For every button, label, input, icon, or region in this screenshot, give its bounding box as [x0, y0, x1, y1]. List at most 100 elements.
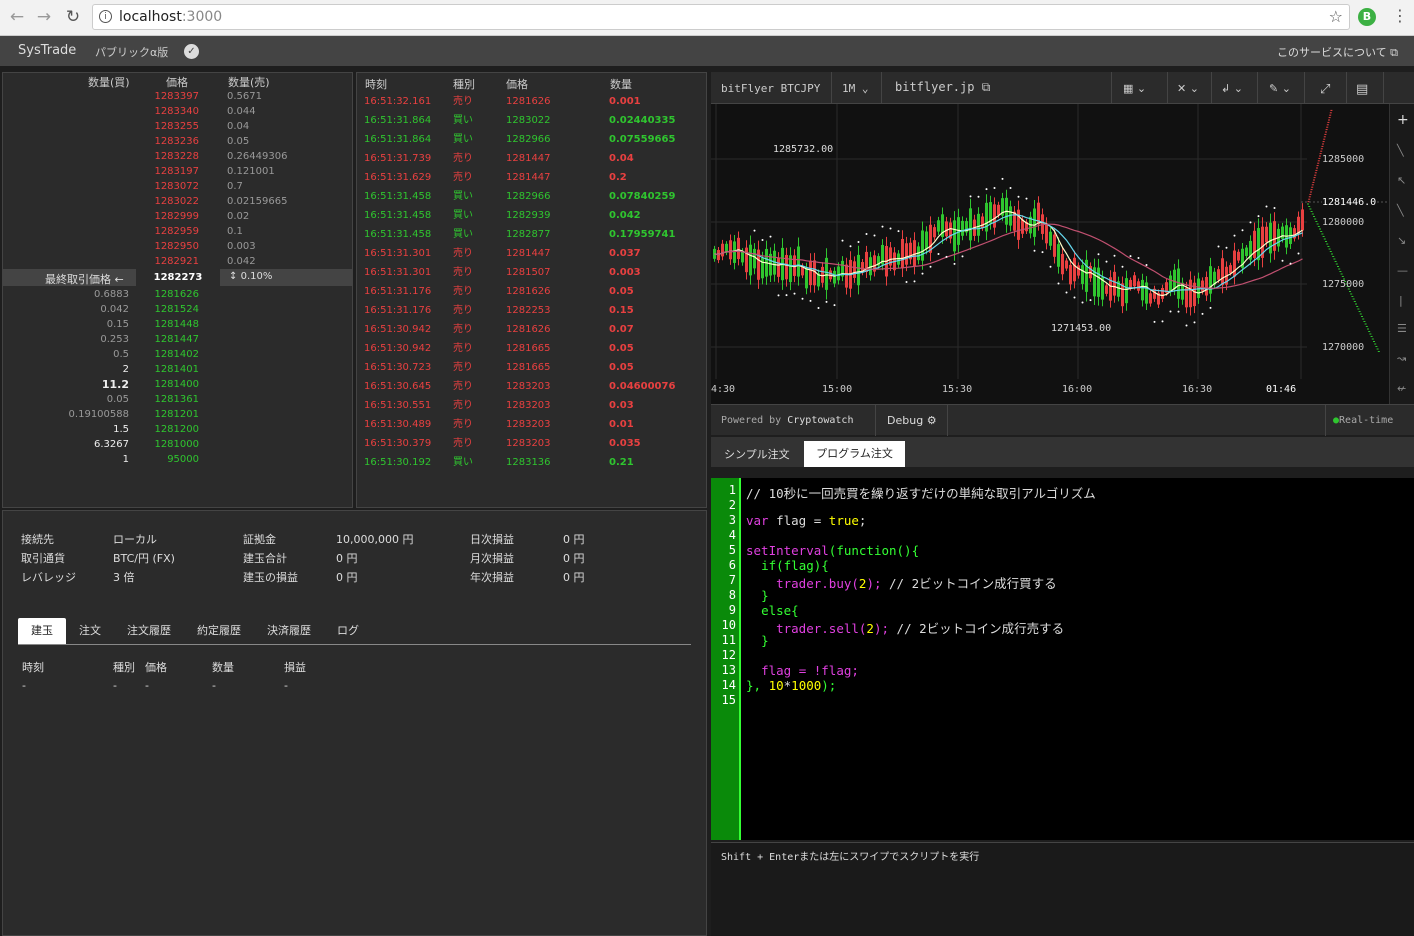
- trades-header-time: 時刻: [365, 78, 387, 91]
- trade-qty: 0.05: [609, 362, 634, 373]
- line-number-gutter: 1 2 3 4 5 6 7 8 9 10 11 12 13 14 15: [711, 478, 741, 840]
- compare-icon[interactable]: ↲ ⌄: [1221, 82, 1243, 95]
- horizontal-line-icon[interactable]: —: [1397, 264, 1408, 277]
- position-total-label: 建玉合計: [243, 552, 287, 565]
- ask-price: 1283236: [154, 136, 199, 147]
- line-number: 3: [728, 513, 736, 527]
- vertical-line-icon[interactable]: |: [1399, 294, 1403, 307]
- script-hint: Shift + Enterまたは左にスワイプでスクリプトを実行: [721, 852, 980, 863]
- trade-type: 売り: [453, 343, 473, 354]
- indicator-icon[interactable]: ✕ ⌄: [1177, 82, 1199, 95]
- trade-type: 買い: [453, 115, 473, 126]
- bid-qty: 0.05: [106, 394, 129, 405]
- bid-qty: 0.6883: [94, 289, 129, 300]
- trade-time: 16:51:31.739: [364, 153, 432, 164]
- leverage-label: レバレッジ: [21, 571, 76, 584]
- pencil-icon[interactable]: ✎ ⌄: [1269, 82, 1291, 95]
- bid-price: 1281402: [154, 349, 199, 360]
- trade-time: 16:51:30.551: [364, 400, 432, 411]
- url-port: :3000: [181, 9, 223, 25]
- ask-price: 1283340: [154, 106, 199, 117]
- line-number: 4: [728, 528, 736, 542]
- orderbook-header-sell: 数量(売): [228, 76, 270, 89]
- cryptowatch-link[interactable]: Cryptowatch: [787, 415, 853, 426]
- x-tick-2: 15:00: [822, 384, 853, 395]
- tab-positions[interactable]: 建玉: [18, 618, 66, 644]
- debug-button[interactable]: Debug ⚙: [887, 414, 937, 427]
- line-number: 13: [721, 663, 736, 677]
- trade-qty: 0.07840259: [609, 191, 676, 202]
- tab-log[interactable]: ログ: [330, 618, 366, 644]
- code-line-1: // 10秒に一回売買を繰り返すだけの単純な取引アルゴリズム: [746, 486, 1096, 501]
- fan-tool-icon[interactable]: ↚: [1397, 382, 1406, 395]
- address-bar[interactable]: i localhost:3000 ☆: [92, 4, 1350, 30]
- margin-value: 10,000,000 円: [336, 533, 414, 546]
- ray-tool-icon[interactable]: ↖: [1397, 174, 1406, 187]
- chart-exchange[interactable]: bitFlyer BTCJPY: [721, 82, 820, 95]
- conn-label: 接続先: [21, 533, 54, 546]
- reload-icon[interactable]: ↻: [62, 7, 84, 27]
- price-chart[interactable]: 1285732.00 1271453.00 1285000 1281446.0 …: [711, 104, 1414, 404]
- script-hint-panel: Shift + Enterまたは左にスワイプでスクリプトを実行: [711, 842, 1414, 936]
- extended-line-icon[interactable]: ╲: [1397, 204, 1404, 217]
- extension-icon[interactable]: B: [1358, 8, 1376, 26]
- chart-settings-icon[interactable]: ▤: [1356, 82, 1368, 97]
- last-price-value: 1282273: [136, 269, 220, 286]
- candle-type-icon[interactable]: ▦ ⌄: [1123, 82, 1146, 95]
- about-link[interactable]: このサービスについて ⧉: [1277, 44, 1398, 60]
- plus-icon[interactable]: +: [1397, 112, 1409, 128]
- trade-price: 1282939: [506, 210, 551, 221]
- arrow-tool-icon[interactable]: ↘: [1397, 234, 1406, 247]
- app-logo[interactable]: SysTrade: [18, 43, 76, 58]
- trade-type: 売り: [453, 400, 473, 411]
- bid-qty: 6.3267: [94, 439, 129, 450]
- trade-type: 買い: [453, 191, 473, 202]
- bid-price: 1281400: [154, 379, 199, 390]
- tab-execution-history[interactable]: 約定履歴: [190, 618, 248, 644]
- trade-qty: 0.02440335: [609, 115, 676, 126]
- orderbook-header-price: 価格: [166, 76, 188, 89]
- chart-interval[interactable]: 1M ⌄: [842, 82, 869, 95]
- trade-qty: 0.03: [609, 400, 634, 411]
- pos-col-qty: 数量: [212, 661, 234, 674]
- trade-qty: 0.001: [609, 96, 641, 107]
- browser-menu-icon[interactable]: ⋮: [1392, 6, 1408, 25]
- pos-col-type: 種別: [113, 661, 135, 674]
- code-editor[interactable]: 1 2 3 4 5 6 7 8 9 10 11 12 13 14 15 // 10秒に一回売買を繰り返すだけ…: [711, 478, 1414, 840]
- fib-tool-icon[interactable]: ☰: [1397, 322, 1407, 335]
- trade-type: 売り: [453, 438, 473, 449]
- chart-high-label: 1285732.00: [773, 144, 834, 155]
- code-line-10: trader.sell(2); // 2ビットコイン成行売する: [776, 621, 1065, 636]
- tab-orders[interactable]: 注文: [72, 618, 108, 644]
- x-tick-4: 16:00: [1062, 384, 1093, 395]
- bid-price: 1281200: [154, 424, 199, 435]
- tab-simple-order[interactable]: シンプル注文: [724, 446, 790, 462]
- trade-qty: 0.035: [609, 438, 641, 449]
- bid-qty: 0.5: [113, 349, 129, 360]
- trade-qty: 0.21: [609, 457, 634, 468]
- trade-time: 16:51:31.458: [364, 191, 432, 202]
- pitchfork-icon[interactable]: ↝: [1397, 352, 1406, 365]
- conn-value: ローカル: [113, 533, 157, 546]
- gear-icon: ⚙: [926, 414, 937, 427]
- info-icon[interactable]: i: [99, 10, 112, 23]
- tab-settlement-history[interactable]: 決済履歴: [260, 618, 318, 644]
- trade-price: 1281626: [506, 286, 551, 297]
- y-tick-1: 1285000: [1322, 154, 1365, 165]
- tab-program-order[interactable]: プログラム注文: [804, 441, 905, 467]
- pos-col-price: 価格: [145, 661, 167, 674]
- ask-qty: 0.042: [227, 256, 256, 267]
- trade-qty: 0.05: [609, 343, 634, 354]
- trades-header-price: 価格: [506, 78, 528, 91]
- tab-order-history[interactable]: 注文履歴: [120, 618, 178, 644]
- bookmark-star-icon[interactable]: ☆: [1329, 7, 1343, 26]
- bid-price: 1281447: [154, 334, 199, 345]
- ask-qty: 0.121001: [227, 166, 275, 177]
- fullscreen-icon[interactable]: ⤢: [1320, 82, 1330, 97]
- back-icon[interactable]: ←: [6, 7, 28, 27]
- code-line-3: var flag = true;: [746, 513, 867, 528]
- line-tool-icon[interactable]: ╲: [1397, 144, 1404, 157]
- chart-site-link[interactable]: bitflyer.jp ⧉: [895, 80, 990, 95]
- forward-icon[interactable]: →: [33, 7, 55, 27]
- ask-price: 1282950: [154, 241, 199, 252]
